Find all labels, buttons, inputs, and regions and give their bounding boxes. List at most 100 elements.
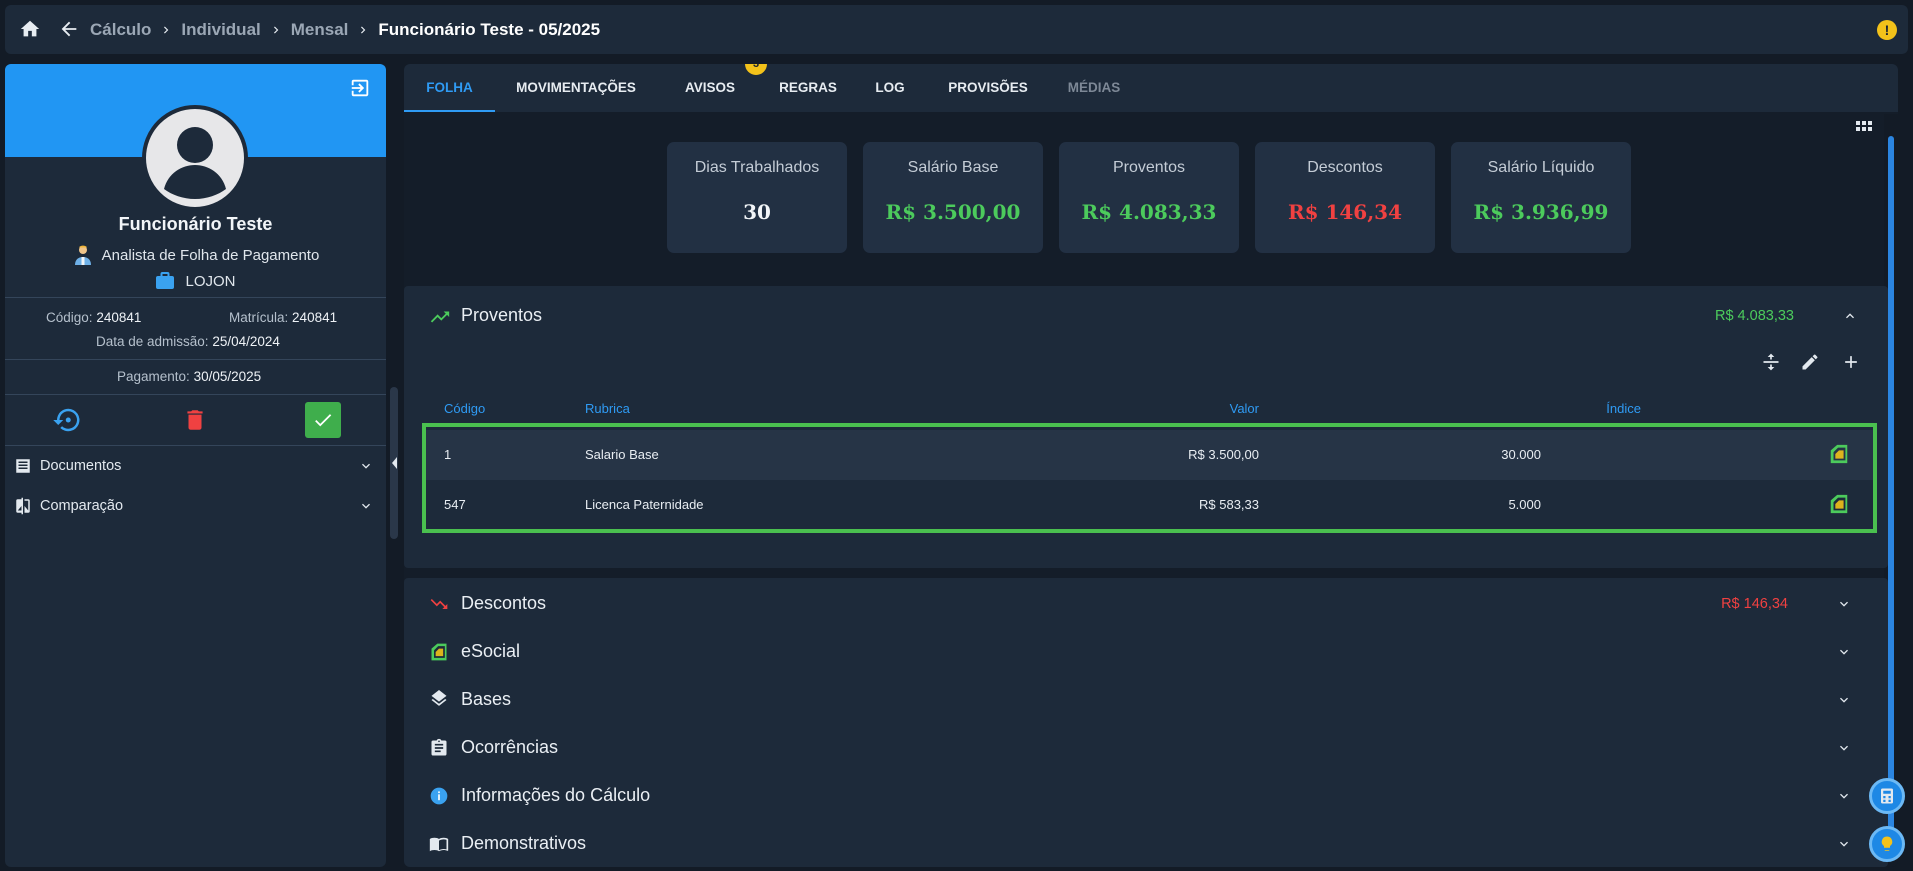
breadcrumb-item-calculo[interactable]: Cálculo bbox=[90, 20, 151, 40]
compare-icon bbox=[16, 497, 30, 515]
avisos-count-badge: 3 bbox=[745, 64, 767, 75]
scrollbar-thumb[interactable] bbox=[1888, 136, 1894, 836]
home-icon[interactable] bbox=[19, 18, 41, 40]
chevron-down-icon bbox=[1840, 601, 1848, 607]
grid-view-icon[interactable] bbox=[1856, 120, 1872, 136]
employee-sidebar: Funcionário Teste Analista de Folha de P… bbox=[5, 64, 386, 867]
trending-down-icon bbox=[430, 599, 448, 609]
chevron-down-icon bbox=[362, 463, 370, 469]
section-value: R$ 146,34 bbox=[1721, 596, 1788, 612]
divider bbox=[5, 445, 386, 446]
codigo-value: 240841 bbox=[96, 310, 142, 325]
recalculate-button[interactable] bbox=[49, 402, 85, 438]
codigo-label: Código: bbox=[46, 310, 93, 325]
sidebar-section-documentos[interactable]: Documentos bbox=[5, 449, 386, 483]
exit-icon[interactable] bbox=[349, 77, 371, 99]
proventos-header[interactable]: Proventos R$ 4.083,33 bbox=[404, 286, 1888, 344]
calculator-icon bbox=[1881, 788, 1893, 804]
delete-button[interactable] bbox=[177, 402, 213, 438]
section-esocial[interactable]: eSocial bbox=[404, 630, 1874, 674]
sidebar-collapse-handle[interactable] bbox=[390, 387, 398, 539]
column-header-indice[interactable]: Índice bbox=[1541, 401, 1641, 416]
trending-up-icon bbox=[430, 311, 450, 323]
sidebar-section-label: Comparação bbox=[40, 498, 124, 514]
tab-bar: FOLHA MOVIMENTAÇÕES AVISOS 3 REGRAS LOG … bbox=[404, 64, 1898, 112]
calculator-fab[interactable] bbox=[1869, 778, 1905, 814]
employee-name: Funcionário Teste bbox=[118, 214, 273, 234]
employee-company: LOJON bbox=[5, 272, 386, 290]
card-salario-liquido: Salário Líquido R$ 3.936,99 bbox=[1451, 142, 1631, 253]
proventos-total: R$ 4.083,33 bbox=[1714, 308, 1794, 324]
card-proventos: Proventos R$ 4.083,33 bbox=[1059, 142, 1239, 253]
chevron-right-icon bbox=[361, 26, 366, 33]
employee-role: Analista de Folha de Pagamento bbox=[5, 244, 386, 266]
tab-folha[interactable]: FOLHA bbox=[404, 64, 495, 112]
section-bases[interactable]: Bases bbox=[404, 678, 1874, 722]
codigo-info: Código: 240841 bbox=[46, 310, 141, 325]
breadcrumb-item-mensal[interactable]: Mensal bbox=[291, 20, 349, 40]
arrow-back-icon[interactable] bbox=[58, 18, 80, 40]
chevron-down-icon bbox=[1840, 841, 1848, 847]
breadcrumb-item-individual[interactable]: Individual bbox=[181, 20, 260, 40]
tips-fab[interactable] bbox=[1869, 826, 1905, 862]
divider bbox=[5, 297, 386, 298]
expand-rows-icon[interactable] bbox=[1761, 351, 1781, 373]
section-label: Bases bbox=[461, 689, 512, 709]
divider bbox=[5, 394, 386, 395]
approve-button[interactable] bbox=[305, 402, 341, 438]
briefcase-icon bbox=[156, 272, 175, 289]
card-title: Salário Base bbox=[907, 159, 999, 176]
section-descontos[interactable]: Descontos R$ 146,34 bbox=[404, 582, 1874, 626]
tab-movimentacoes[interactable]: MOVIMENTAÇÕES bbox=[506, 64, 646, 112]
section-informacoes-calculo[interactable]: Informações do Cálculo bbox=[404, 774, 1874, 818]
add-icon[interactable] bbox=[1841, 352, 1861, 372]
caret-left-icon bbox=[392, 457, 397, 469]
chevron-right-icon bbox=[164, 26, 169, 33]
proventos-title: Proventos bbox=[461, 305, 543, 325]
column-header-valor[interactable]: Valor bbox=[1159, 401, 1259, 416]
card-title: Salário Líquido bbox=[1487, 159, 1595, 176]
warning-icon[interactable]: ! bbox=[1877, 20, 1897, 40]
breadcrumb: Cálculo Individual Mensal Funcionário Te… bbox=[90, 5, 600, 54]
card-title: Proventos bbox=[1112, 159, 1186, 176]
card-title: Descontos bbox=[1307, 159, 1383, 176]
top-bar: Cálculo Individual Mensal Funcionário Te… bbox=[5, 5, 1908, 54]
section-ocorrencias[interactable]: Ocorrências bbox=[404, 726, 1874, 770]
matricula-value: 240841 bbox=[292, 310, 338, 325]
divider bbox=[5, 359, 386, 360]
matricula-info: Matrícula: 240841 bbox=[229, 310, 337, 325]
layers-icon bbox=[431, 690, 447, 706]
column-header-rubrica[interactable]: Rubrica bbox=[585, 401, 630, 416]
card-value: R$ 4.083,33 bbox=[1081, 200, 1217, 224]
tab-provisoes[interactable]: PROVISÕES bbox=[939, 64, 1037, 112]
tab-regras[interactable]: REGRAS bbox=[771, 64, 845, 112]
pagamento-info: Pagamento: 30/05/2025 bbox=[117, 369, 261, 384]
check-icon bbox=[315, 414, 332, 427]
edit-icon[interactable] bbox=[1800, 352, 1820, 372]
tab-log[interactable]: LOG bbox=[866, 64, 914, 112]
lightbulb-icon bbox=[1881, 836, 1893, 851]
sidebar-section-comparacao[interactable]: Comparação bbox=[5, 489, 386, 523]
chevron-down-icon bbox=[362, 503, 370, 509]
worker-icon bbox=[74, 245, 91, 265]
employee-actions bbox=[5, 402, 386, 446]
card-title: Dias Trabalhados bbox=[694, 159, 820, 176]
chevron-down-icon bbox=[1840, 793, 1848, 799]
info-icon bbox=[430, 787, 448, 805]
chevron-up-icon bbox=[1846, 313, 1854, 319]
card-value: R$ 146,34 bbox=[1287, 200, 1403, 224]
trash-icon bbox=[187, 410, 203, 430]
chevron-down-icon bbox=[1840, 745, 1848, 751]
pagamento-value: 30/05/2025 bbox=[193, 369, 262, 384]
chevron-down-icon bbox=[1840, 649, 1848, 655]
tab-avisos[interactable]: AVISOS bbox=[677, 64, 743, 112]
card-value: 30 bbox=[743, 200, 771, 224]
column-header-codigo[interactable]: Código bbox=[444, 401, 485, 416]
avatar bbox=[142, 105, 248, 211]
main-content: FOLHA MOVIMENTAÇÕES AVISOS 3 REGRAS LOG … bbox=[404, 64, 1898, 867]
employee-role-label: Analista de Folha de Pagamento bbox=[101, 246, 320, 264]
section-demonstrativos[interactable]: Demonstrativos bbox=[404, 822, 1874, 866]
person-icon bbox=[164, 127, 226, 199]
section-label: Ocorrências bbox=[461, 737, 559, 757]
section-label: Demonstrativos bbox=[461, 833, 587, 853]
